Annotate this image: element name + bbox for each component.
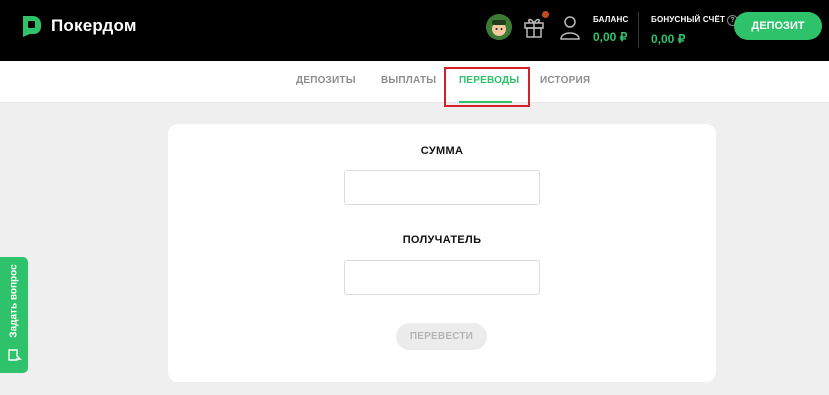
logo-icon (23, 16, 41, 37)
brand-name: Покердом (51, 16, 137, 35)
balance-value: 0,00 ₽ (593, 30, 628, 44)
balance-label: БАЛАНС (593, 15, 629, 24)
deposit-button[interactable]: ДЕПОЗИТ (734, 12, 822, 40)
tab-deposits[interactable]: ДЕПОЗИТЫ (296, 75, 356, 86)
bonus-value: 0,00 ₽ (651, 32, 686, 46)
ask-question-tab[interactable]: Задать вопрос (0, 257, 28, 373)
avatar-image (486, 14, 512, 40)
chat-icon (8, 349, 22, 361)
transfer-button[interactable]: ПЕРЕВЕСТИ (396, 323, 487, 350)
bonus-label: БОНУСНЫЙ СЧЁТ? (651, 15, 739, 26)
header-divider (638, 12, 639, 48)
tab-withdrawals[interactable]: ВЫПЛАТЫ (381, 75, 436, 86)
amount-label: СУММА (420, 145, 464, 157)
balance-block[interactable]: БАЛАНС 0,00 ₽ (593, 15, 628, 44)
avatar[interactable] (486, 14, 512, 40)
ask-question-label: Задать вопрос (8, 264, 20, 338)
tab-history[interactable]: ИСТОРИЯ (540, 75, 590, 86)
tab-bar: ДЕПОЗИТЫ ВЫПЛАТЫ ПЕРЕВОДЫ ИСТОРИЯ (0, 61, 829, 103)
amount-input[interactable] (344, 170, 540, 205)
top-bar: Покердом БАЛАНС 0,00 ₽ БОНУСНЫЙ СЧЁТ? 0,… (0, 0, 829, 61)
recipient-label: ПОЛУЧАТЕЛЬ (402, 234, 482, 246)
brand-logo[interactable]: Покердом (20, 14, 137, 38)
bonus-label-text: БОНУСНЫЙ СЧЁТ (651, 15, 726, 24)
gift-icon[interactable] (523, 14, 545, 38)
highlight-box (444, 67, 530, 107)
user-icon[interactable] (559, 14, 581, 40)
bonus-block[interactable]: БОНУСНЫЙ СЧЁТ? 0,00 ₽ (651, 15, 739, 46)
notification-dot (542, 11, 549, 18)
recipient-input[interactable] (344, 260, 540, 295)
transfer-form-card: СУММА ПОЛУЧАТЕЛЬ ПЕРЕВЕСТИ (168, 124, 716, 382)
